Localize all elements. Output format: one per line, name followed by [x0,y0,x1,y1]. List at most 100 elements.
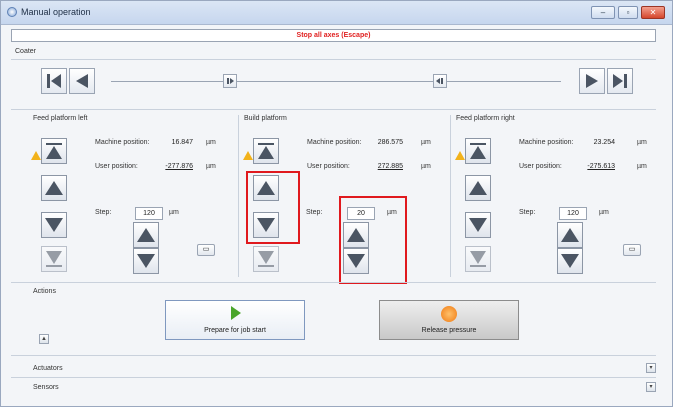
coater-step-left-button[interactable] [69,68,95,94]
skip-to-end-icon [613,74,627,88]
step-label: Step: [519,209,536,216]
close-button[interactable]: ✕ [641,6,665,19]
keyboard-button[interactable]: ▭ [197,244,215,256]
coater-skip-start-button[interactable] [41,68,67,94]
step-down-button[interactable] [133,248,159,274]
move-bottom-button[interactable] [253,246,279,272]
divider [11,377,656,378]
actions-label: Actions [33,288,56,295]
arrow-up-to-top-icon [470,143,486,159]
title-bar: Manual operation – ▫ ✕ [1,1,672,25]
release-icon [441,306,457,322]
unit-label: µm [206,163,216,170]
keyboard-icon: ▭ [628,246,636,253]
step-unit-label: µm [599,209,609,216]
move-top-button[interactable] [465,138,491,164]
actuators-section-label[interactable]: Actuators [33,365,63,372]
unit-label: µm [421,163,431,170]
expand-sensors-button[interactable]: ▾ [646,382,656,392]
move-bottom-button[interactable] [465,246,491,272]
skip-to-start-icon [47,74,61,88]
warning-icon [31,151,41,160]
window-title: Manual operation [21,7,91,17]
step-up-icon [137,228,155,242]
warning-icon [455,151,465,160]
manual-operation-window: Manual operation – ▫ ✕ Stop all axes (Es… [0,0,673,407]
divider [11,355,656,356]
arrow-down-icon [469,218,487,232]
divider [11,59,656,60]
step-right-icon [586,74,598,88]
unit-label: µm [637,139,647,146]
step-up-button[interactable] [557,222,583,248]
divider [11,109,656,110]
arrow-down-to-bottom-icon [258,251,274,267]
coater-step-right-button[interactable] [579,68,605,94]
step-label: Step: [95,209,112,216]
divider [238,115,239,277]
move-up-button[interactable] [465,175,491,201]
coater-label: Coater [15,48,37,55]
unit-label: µm [206,139,216,146]
eject-button[interactable]: ▲ [39,334,49,344]
prepare-job-start-button[interactable]: Prepare for job start [165,300,305,340]
coater-track [111,81,561,82]
arrow-up-icon [45,181,63,195]
move-bottom-button[interactable] [41,246,67,272]
step-unit-label: µm [169,209,179,216]
step-label: Step: [306,209,323,216]
release-pressure-label: Release pressure [421,327,477,334]
arrow-up-to-top-icon [46,143,62,159]
unit-label: µm [421,139,431,146]
arrow-down-to-bottom-icon [46,251,62,267]
step-up-button[interactable] [133,222,159,248]
chevron-down-icon: ▾ [649,365,653,371]
coater-slider-handle-left[interactable] [223,74,237,88]
move-top-button[interactable] [253,138,279,164]
keyboard-button[interactable]: ▭ [623,244,641,256]
chevron-down-icon: ▾ [649,384,653,390]
panel-title: Build platform [244,115,287,122]
move-top-button[interactable] [41,138,67,164]
step-input[interactable]: 120 [135,207,163,220]
highlight-box-move-buttons [246,171,300,244]
eject-icon: ▲ [41,336,47,342]
user-position-label: User position: [307,163,350,170]
step-left-icon [76,74,88,88]
release-pressure-button[interactable]: Release pressure [379,300,519,340]
coater-skip-end-button[interactable] [607,68,633,94]
restore-button[interactable]: ▫ [618,6,638,19]
user-position-value[interactable]: -277.876 [151,163,193,170]
step-down-icon [137,254,155,268]
move-up-button[interactable] [41,175,67,201]
user-position-value[interactable]: 272.885 [363,163,403,170]
play-icon [231,306,241,320]
machine-position-value: 16.847 [171,139,193,146]
step-up-icon [561,228,579,242]
machine-position-label: Machine position: [519,139,574,146]
arrow-down-icon [45,218,63,232]
pause-right-icon [436,78,443,84]
user-position-value[interactable]: -275.613 [575,163,615,170]
minimize-button[interactable]: – [591,6,615,19]
stop-all-axes-button[interactable]: Stop all axes (Escape) [11,29,656,42]
divider [11,282,656,283]
user-position-label: User position: [519,163,562,170]
divider [450,115,451,277]
pause-left-icon [227,78,234,84]
panel-title: Feed platform left [33,115,88,122]
machine-position-label: Machine position: [95,139,150,146]
coater-slider-handle-right[interactable] [433,74,447,88]
panel-title: Feed platform right [456,115,515,122]
move-down-button[interactable] [465,212,491,238]
unit-label: µm [637,163,647,170]
app-icon [7,7,17,17]
step-input[interactable]: 120 [559,207,587,220]
machine-position-value: 286.575 [377,139,403,146]
expand-actuators-button[interactable]: ▾ [646,363,656,373]
highlight-box-step-controls [339,196,407,284]
user-position-label: User position: [95,163,138,170]
step-down-button[interactable] [557,248,583,274]
move-down-button[interactable] [41,212,67,238]
sensors-section-label[interactable]: Sensors [33,384,59,391]
